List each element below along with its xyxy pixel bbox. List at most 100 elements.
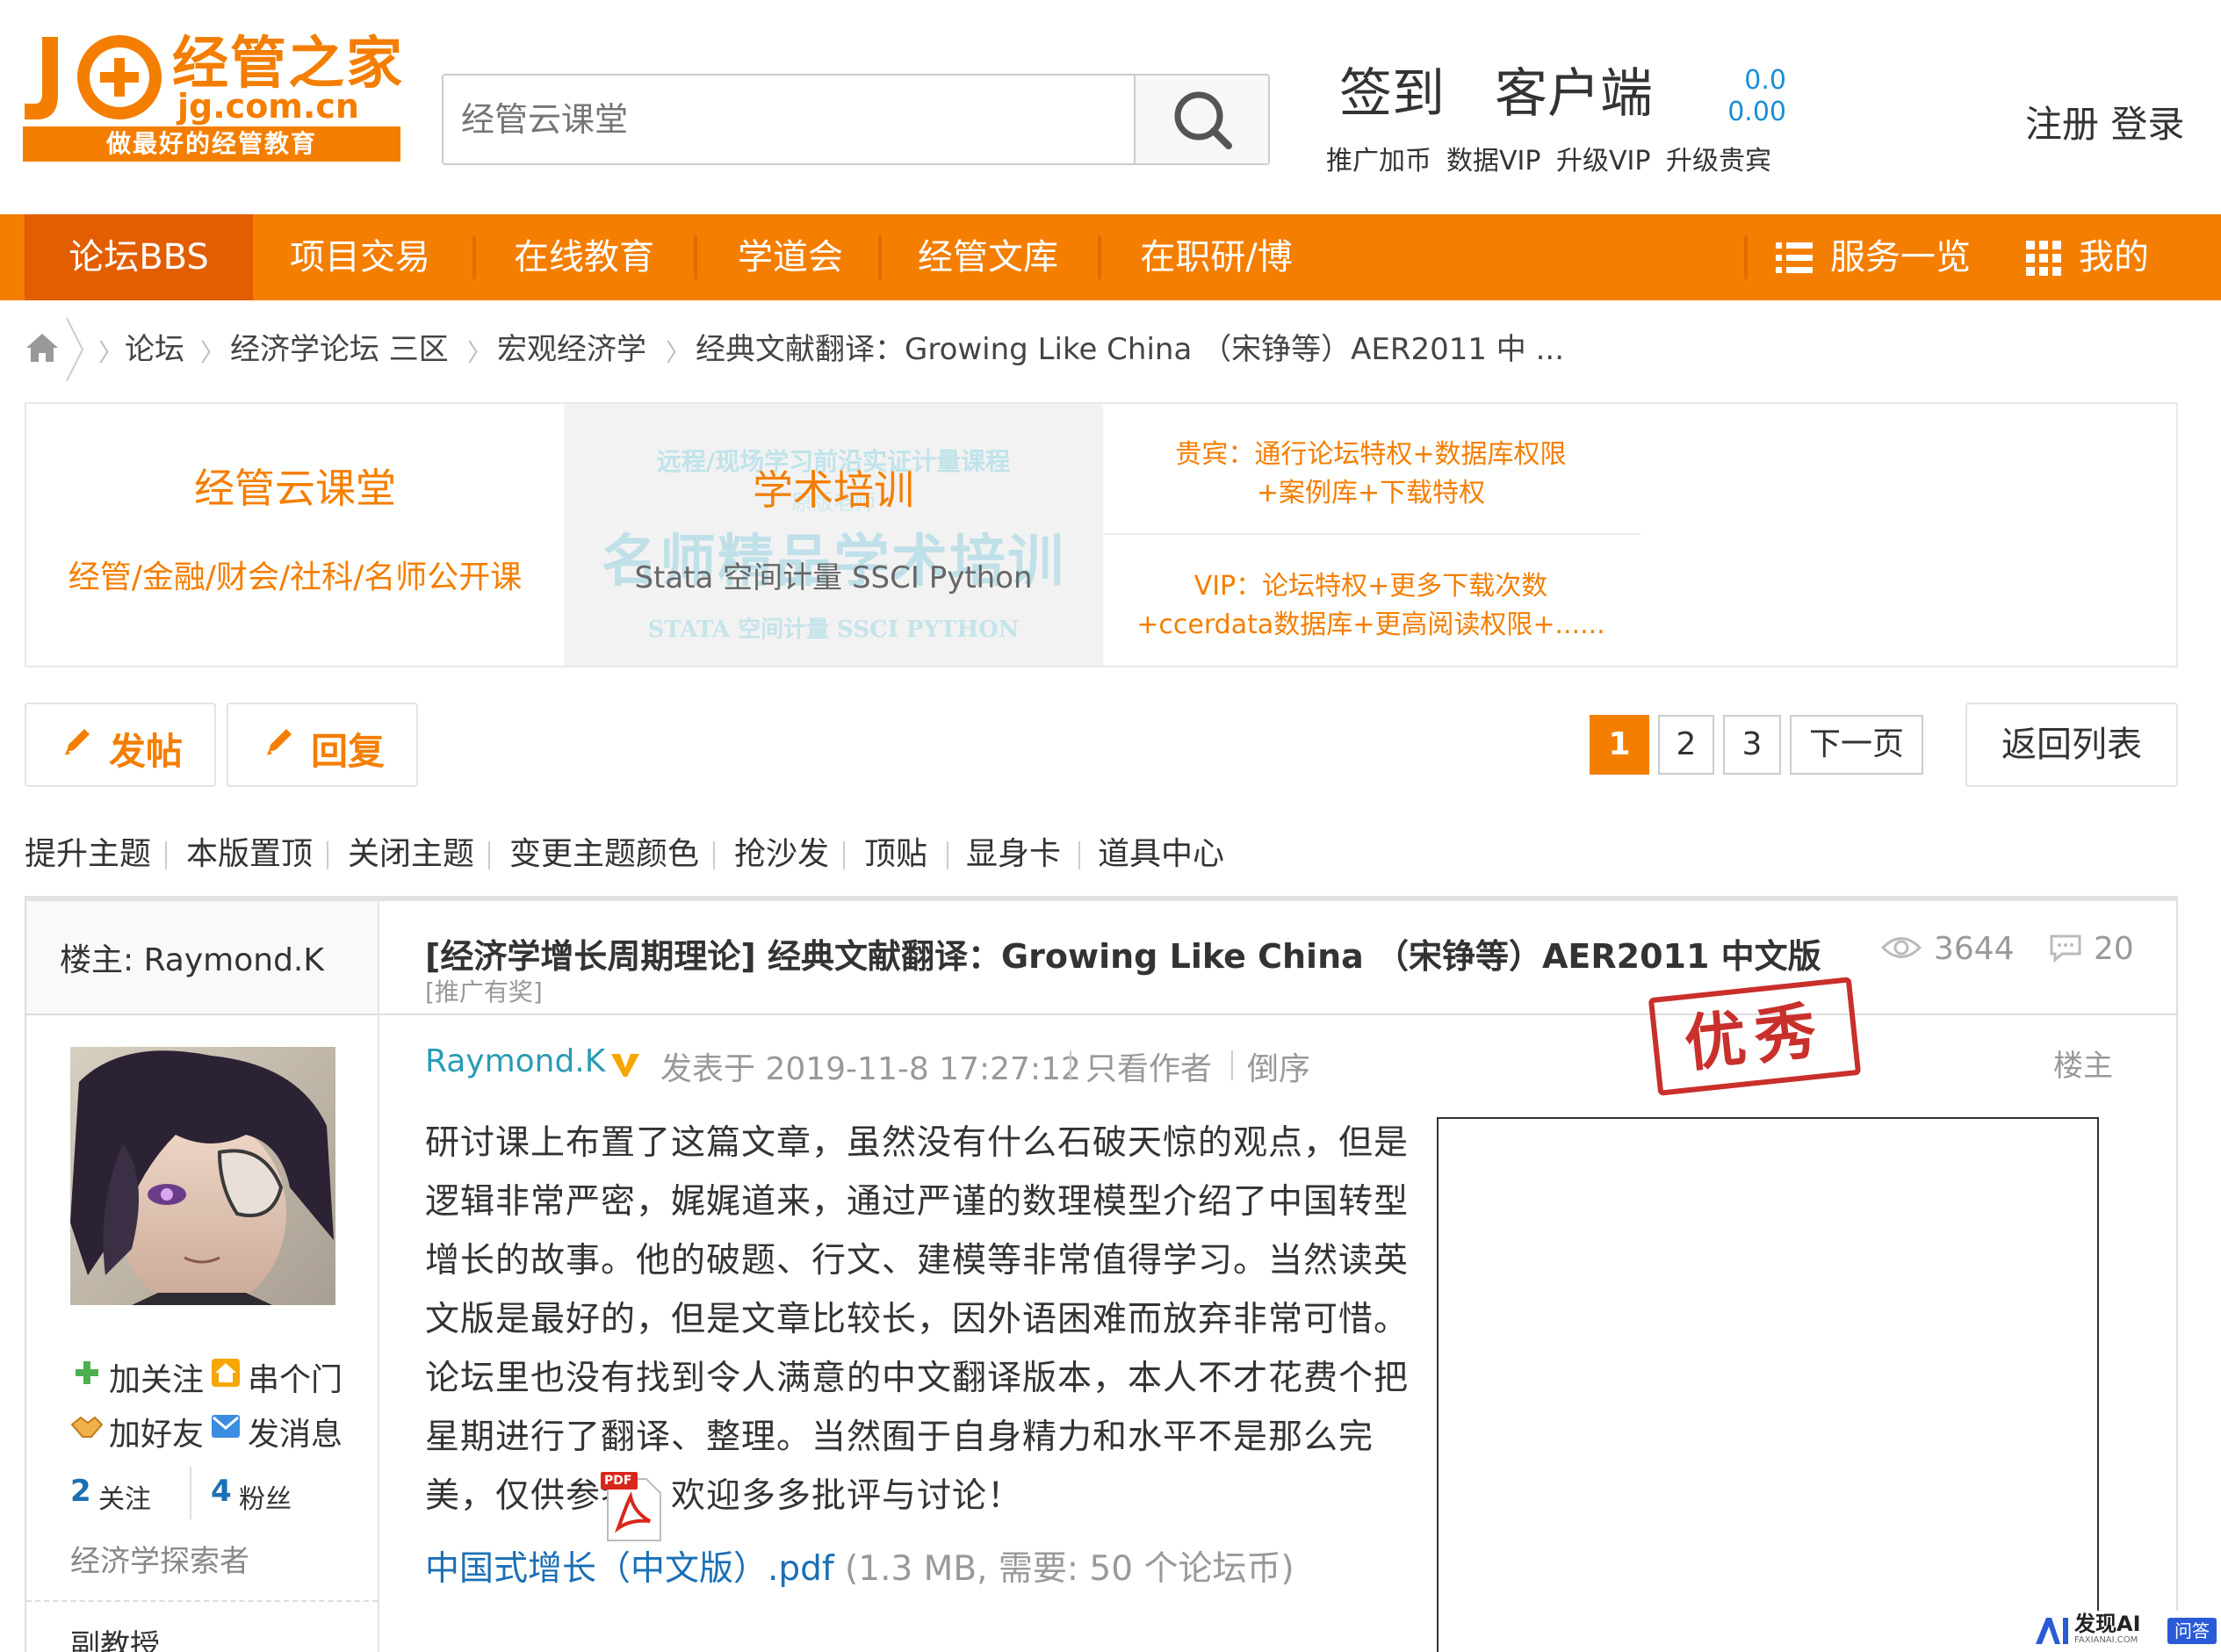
home-icon[interactable] (25, 332, 60, 364)
corner-brand: 发现AI (2074, 1612, 2141, 1636)
nav-xuedaohui[interactable]: 学道会 (711, 214, 869, 300)
add-friend-link[interactable]: 加好友 (109, 1409, 204, 1454)
comment-icon (2050, 934, 2081, 963)
client-link[interactable]: 客户端 (1495, 63, 1653, 125)
ad-cloud-sub: 经管/金融/财会/社科/名师公开课 (68, 559, 523, 595)
fans-count[interactable]: 4 (211, 1474, 232, 1509)
breadcrumb-current: 经典文献翻译：Growing Like China （宋铮等）AER2011 中… (696, 332, 1565, 367)
post-author[interactable]: Raymond.K (425, 1043, 605, 1079)
page-2[interactable]: 2 (1658, 715, 1714, 775)
ad-divider (1103, 533, 1641, 535)
only-author-link[interactable]: 只看作者 (1085, 1043, 1212, 1089)
nav-bbs[interactable]: 论坛BBS (25, 214, 253, 300)
nav-library[interactable]: 经管文库 (896, 214, 1080, 300)
upgrade-vip-link[interactable]: 升级VIP (1556, 139, 1650, 177)
nav-services-label: 服务一览 (1830, 237, 1971, 278)
breadcrumb-macro[interactable]: 宏观经济学 (497, 327, 646, 372)
follow-link[interactable]: 加关注 (109, 1354, 204, 1400)
reply-button[interactable]: 回复 (227, 703, 418, 787)
mod-sofa[interactable]: 抢沙发 (734, 833, 829, 876)
register-login-link[interactable]: 注册 登录 (2025, 95, 2184, 148)
attachment-link[interactable]: 中国式增长（中文版）.pdf (425, 1549, 834, 1589)
nav-divider (1744, 235, 1748, 279)
eye-icon (1881, 937, 1922, 958)
page-1[interactable]: 1 (1590, 715, 1649, 775)
reply-count: 20 (2094, 931, 2134, 967)
page-3[interactable]: 3 (1723, 715, 1781, 775)
breadcrumb-sep-icon: 〉 (98, 338, 124, 367)
nav-divider (472, 235, 476, 279)
house-icon (212, 1359, 240, 1387)
mod-raise[interactable]: 提升主题 (25, 833, 151, 876)
ad-vip-line2: +ccerdata数据库+更高阅读权限+...... (1136, 610, 1605, 640)
nav-phd[interactable]: 在职研/博 (1115, 214, 1317, 300)
breadcrumb-sep-icon: 〉 (666, 338, 691, 367)
mail-icon (212, 1415, 240, 1438)
attachment: 中国式增长（中文版）.pdf (1.3 MB, 需要: 50 个论坛币) (425, 1547, 1294, 1591)
breadcrumb-econ[interactable]: 经济学论坛 三区 (230, 327, 449, 372)
ad-cloud-class[interactable]: 经管云课堂 经管/金融/财会/社科/名师公开课 (26, 404, 564, 666)
mod-reveal[interactable]: 显身卡 (966, 833, 1061, 876)
ad-training-title: 学术培训 (753, 466, 914, 514)
mod-divider (713, 841, 715, 869)
new-post-button[interactable]: 发帖 (25, 703, 216, 787)
post-border-left (25, 1014, 26, 1652)
post-border-right (2176, 1014, 2178, 1652)
message-link[interactable]: 发消息 (248, 1409, 343, 1454)
main-nav: 论坛BBS 项目交易 在线教育 学道会 经管文库 在职研/博 服务一览 我的 (0, 214, 2221, 300)
back-to-list-button[interactable]: 返回列表 (1965, 703, 2178, 787)
pdf-label: PDF (604, 1474, 632, 1488)
reply-label: 回复 (311, 730, 386, 773)
site-logo[interactable]: 经管之家 jg.com.cn 做最好的经管教育 (23, 32, 409, 165)
mod-pin[interactable]: 本版置顶 (186, 833, 313, 876)
corner-badge[interactable]: 发现AI FAXIANAI.COM 问答 (2030, 1611, 2221, 1652)
ad-cloud-title: 经管云课堂 (194, 465, 396, 512)
reverse-order-link[interactable]: 倒序 (1247, 1043, 1310, 1089)
search-input[interactable] (461, 76, 1129, 163)
user-title: 经济学探索者 (70, 1544, 249, 1579)
mod-bump[interactable]: 顶贴 (864, 833, 927, 876)
mod-divider (488, 841, 490, 869)
upgrade-guest-link[interactable]: 升级贵宾 (1666, 139, 1771, 177)
following-count[interactable]: 2 (70, 1474, 91, 1509)
ad-guest-line2: +案例库+下载特权 (1256, 478, 1486, 509)
promo-coin-link[interactable]: 推广加币 (1326, 139, 1431, 177)
post-ad-frame (1437, 1117, 2099, 1652)
handshake-icon (70, 1416, 104, 1438)
new-post-label: 发帖 (109, 730, 184, 773)
nav-education[interactable]: 在线教育 (487, 214, 681, 300)
ad-vip-line1: VIP：论坛特权+更多下载次数 (1193, 571, 1548, 602)
mod-color[interactable]: 变更主题颜色 (509, 833, 699, 876)
fans-label: 粉丝 (239, 1484, 292, 1515)
next-page[interactable]: 下一页 (1790, 715, 1923, 775)
search-button[interactable] (1134, 76, 1268, 163)
breadcrumb-sep-icon: 〉 (200, 338, 226, 367)
grid-icon (2026, 241, 2061, 276)
nav-projects[interactable]: 项目交易 (263, 214, 457, 300)
mod-divider (327, 841, 328, 869)
ad-guest-line1: 贵宾：通行论坛特权+数据库权限 (1175, 439, 1567, 470)
post-date: 发表于 2019-11-8 17:27:12 (660, 1051, 1081, 1087)
visit-link[interactable]: 串个门 (248, 1354, 343, 1400)
floor-label: 楼主 (2053, 1049, 2113, 1084)
avatar[interactable] (70, 1047, 335, 1305)
ad-training[interactable]: 远程/现场学习前沿实证计量课程 原版老师 名师精品学术培训 学术培训 Stata… (564, 404, 1103, 666)
pencil-icon (65, 729, 90, 755)
data-vip-link[interactable]: 数据VIP (1446, 139, 1540, 177)
breadcrumb-arrow-icon (66, 317, 84, 382)
vip-value[interactable]: 0.00 (1721, 97, 1786, 127)
nav-divider (694, 235, 697, 279)
coin-value[interactable]: 0.0 (1721, 65, 1786, 96)
mod-tools[interactable]: 道具中心 (1098, 833, 1224, 876)
mod-close[interactable]: 关闭主题 (348, 833, 474, 876)
mod-divider (843, 841, 845, 869)
signin-link[interactable]: 签到 (1339, 63, 1445, 125)
thread-tag[interactable]: [推广有奖] (425, 973, 543, 1008)
nav-divider (878, 235, 882, 279)
sidebar-dashed-divider (26, 1600, 378, 1602)
breadcrumb-forum[interactable]: 论坛 (125, 327, 184, 372)
plus-icon (76, 1361, 98, 1384)
logo-mark (23, 32, 172, 130)
stats-divider (190, 1467, 191, 1519)
ad-membership[interactable]: 贵宾：通行论坛特权+数据库权限 +案例库+下载特权 VIP：论坛特权+更多下载次… (1103, 404, 1639, 666)
